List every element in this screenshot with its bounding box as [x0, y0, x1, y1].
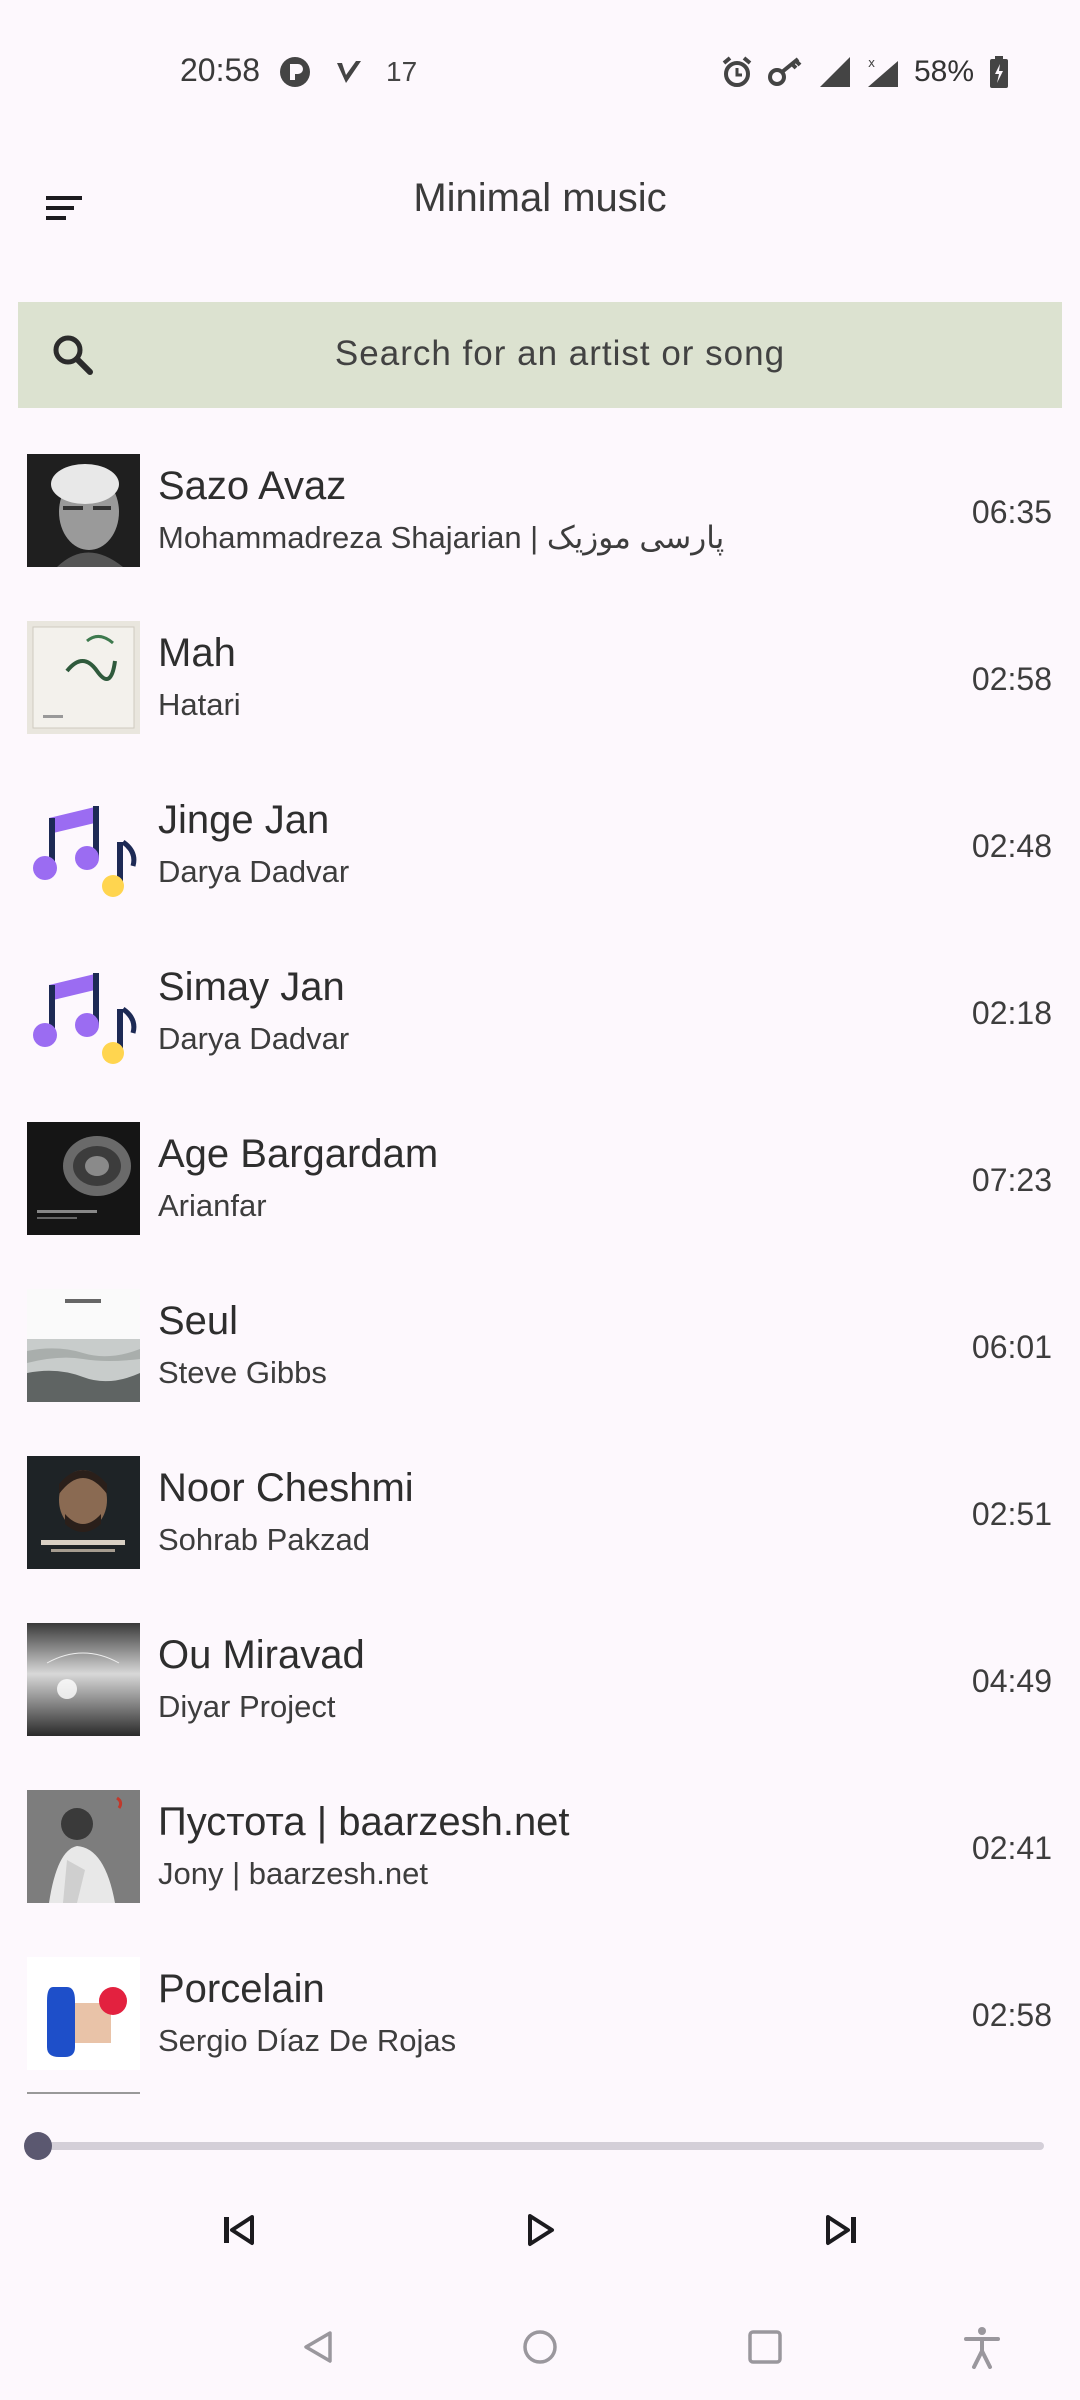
search-placeholder: Search for an artist or song	[334, 334, 786, 373]
vpn-key-icon	[767, 57, 802, 86]
song-duration: 02:18	[971, 995, 1052, 1031]
song-item[interactable]: Пустота | baarzesh.net Jony | baarzesh.n…	[0, 1748, 1080, 1915]
recents-square-icon	[748, 2330, 782, 2364]
song-artist: Diyar Project	[158, 1689, 336, 1724]
nav-home-button[interactable]	[505, 2312, 575, 2382]
app-title: Minimal music	[413, 176, 667, 220]
song-duration: 04:49	[971, 1663, 1052, 1699]
music-note-icon	[27, 955, 140, 1068]
song-title: Ou Miravad	[158, 1633, 365, 1677]
signal-no-data-icon: x	[867, 56, 898, 87]
seek-bar[interactable]	[24, 2130, 1044, 2160]
song-duration: 06:35	[971, 494, 1052, 530]
album-art	[27, 1289, 140, 1402]
album-art	[27, 2092, 140, 2112]
song-item[interactable]: Seul Steve Gibbs 06:01	[0, 1247, 1080, 1414]
song-artist: Jony | baarzesh.net	[158, 1856, 428, 1891]
song-duration: 02:48	[971, 828, 1052, 864]
alarm-icon	[722, 56, 752, 87]
battery-percent: 58%	[913, 55, 974, 88]
song-title: Mah	[158, 631, 236, 675]
accessibility-button[interactable]	[947, 2312, 1017, 2382]
album-art	[27, 1456, 140, 1569]
previous-button[interactable]	[198, 2190, 278, 2270]
song-duration: 02:41	[971, 1830, 1052, 1866]
song-duration: 02:51	[971, 1496, 1052, 1532]
app-notification-icon	[280, 57, 310, 87]
svg-text:x: x	[868, 56, 875, 70]
song-item[interactable]: Noor Cheshmi Sohrab Pakzad 02:51	[0, 1414, 1080, 1581]
home-circle-icon	[523, 2330, 557, 2364]
system-nav-bar	[0, 2290, 1080, 2400]
song-artist: Darya Dadvar	[158, 854, 350, 889]
status-time: 20:58	[180, 52, 261, 88]
song-artist: Mohammadreza Shajarian | پارسی موزیک	[158, 520, 725, 555]
seek-track[interactable]	[36, 2142, 1044, 2150]
song-title: Seul	[158, 1299, 239, 1343]
song-item[interactable]: Jinge Jan Darya Dadvar 02:48	[0, 746, 1080, 913]
skip-next-icon	[826, 2215, 856, 2245]
nav-back-button[interactable]	[283, 2312, 353, 2382]
song-item[interactable]: Mah Hatari 02:58	[0, 579, 1080, 746]
song-item[interactable]	[0, 2082, 1080, 2112]
music-note-icon	[27, 788, 140, 901]
notification-count: 17	[386, 56, 418, 87]
song-item[interactable]: Ou Miravad Diyar Project 04:49	[0, 1581, 1080, 1748]
song-item[interactable]: Simay Jan Darya Dadvar 02:18	[0, 913, 1080, 1080]
song-duration: 06:01	[971, 1329, 1052, 1365]
play-button[interactable]	[500, 2190, 580, 2270]
album-art	[27, 1957, 140, 2070]
song-artist: Arianfar	[158, 1188, 267, 1223]
song-title: Sazo Avaz	[158, 464, 347, 508]
seek-thumb[interactable]	[24, 2132, 52, 2160]
play-icon	[528, 2214, 554, 2246]
song-artist: Hatari	[158, 687, 241, 722]
song-duration: 07:23	[971, 1162, 1052, 1198]
album-art	[27, 1122, 140, 1235]
song-duration: 02:58	[971, 661, 1052, 697]
back-triangle-icon	[304, 2331, 332, 2363]
player-controls	[0, 2190, 1080, 2270]
song-title: Simay Jan	[158, 965, 345, 1009]
next-button[interactable]	[802, 2190, 882, 2270]
song-item[interactable]: Sazo Avaz Mohammadreza Shajarian | پارسی…	[0, 412, 1080, 579]
signal-icon	[819, 57, 850, 87]
song-title: Пустота | baarzesh.net	[158, 1800, 570, 1844]
album-art	[27, 621, 140, 734]
song-duration: 02:58	[971, 1997, 1052, 2033]
song-artist: Sohrab Pakzad	[158, 1522, 370, 1557]
song-title: Age Bargardam	[158, 1132, 439, 1176]
album-art	[27, 454, 140, 567]
accessibility-icon	[964, 2327, 1000, 2369]
nav-recents-button[interactable]	[730, 2312, 800, 2382]
song-title: Porcelain	[158, 1967, 325, 2011]
search-bar[interactable]: Search for an artist or song	[18, 302, 1062, 408]
song-title: Noor Cheshmi	[158, 1466, 414, 1510]
song-artist: Steve Gibbs	[158, 1355, 327, 1390]
check-notification-icon	[337, 61, 361, 83]
song-item[interactable]: Age Bargardam Arianfar 07:23	[0, 1080, 1080, 1247]
battery-charging-icon	[990, 56, 1008, 88]
song-artist: Darya Dadvar	[158, 1021, 350, 1056]
song-item[interactable]: Porcelain Sergio Díaz De Rojas 02:58	[0, 1915, 1080, 2082]
app-bar: Minimal music	[0, 140, 1080, 264]
song-list: Sazo Avaz Mohammadreza Shajarian | پارسی…	[0, 412, 1080, 2112]
song-artist: Sergio Díaz De Rojas	[158, 2023, 457, 2058]
album-art	[27, 1623, 140, 1736]
skip-previous-icon	[224, 2215, 254, 2245]
song-title: Jinge Jan	[158, 798, 330, 842]
album-art	[27, 1790, 140, 1903]
status-bar: 20:58 17 x 58%	[0, 0, 1080, 140]
